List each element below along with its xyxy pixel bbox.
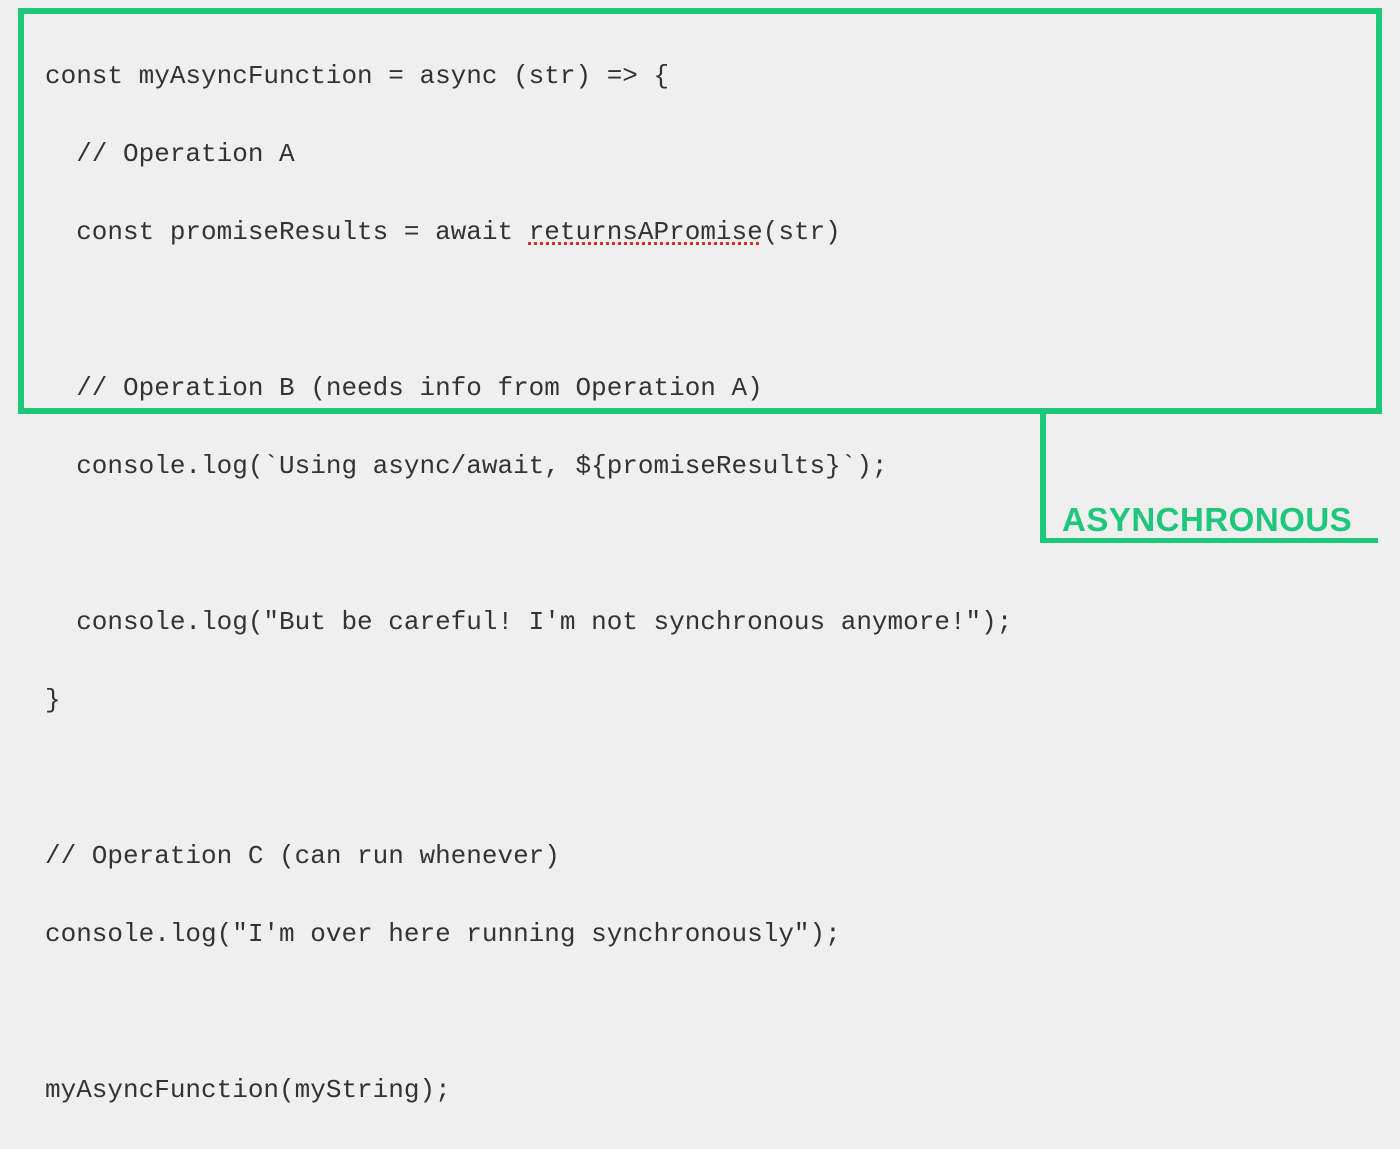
- code-line-12: console.log("I'm over here running synch…: [45, 915, 1012, 954]
- code-block: const myAsyncFunction = async (str) => {…: [45, 18, 1012, 1149]
- label-connector-vertical: [1040, 408, 1046, 538]
- code-line-3-part2: (str): [763, 217, 841, 247]
- code-line-11: // Operation C (can run whenever): [45, 837, 1012, 876]
- code-line-2: // Operation A: [45, 135, 1012, 174]
- code-line-blank-1: [45, 291, 1012, 330]
- asynchronous-label: ASYNCHRONOUS: [1062, 495, 1352, 545]
- code-line-1: const myAsyncFunction = async (str) => {: [45, 57, 1012, 96]
- code-line-3-part1: const promiseResults = await: [45, 217, 529, 247]
- code-line-9: }: [45, 681, 1012, 720]
- spellcheck-underline: returnsAPromise: [529, 217, 763, 247]
- code-line-6: console.log(`Using async/await, ${promis…: [45, 447, 1012, 486]
- code-line-blank-3: [45, 759, 1012, 798]
- code-line-5: // Operation B (needs info from Operatio…: [45, 369, 1012, 408]
- code-line-blank-2: [45, 525, 1012, 564]
- code-line-8: console.log("But be careful! I'm not syn…: [45, 603, 1012, 642]
- code-line-14: myAsyncFunction(myString);: [45, 1071, 1012, 1110]
- code-line-blank-4: [45, 993, 1012, 1032]
- code-line-3: const promiseResults = await returnsAPro…: [45, 213, 1012, 252]
